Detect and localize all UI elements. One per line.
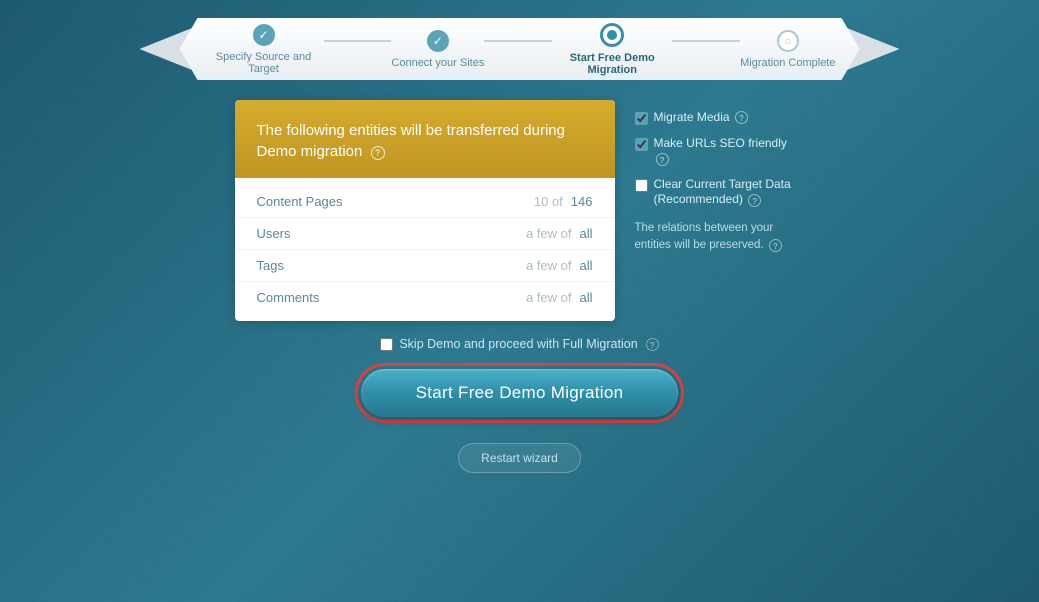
step-label-start: Start Free Demo Migration	[552, 52, 672, 76]
entity-box: The following entities will be transferr…	[235, 100, 615, 321]
entity-count-comments: a few of all	[513, 290, 593, 305]
table-row: Content Pages 10 of 146	[235, 186, 615, 218]
step-start: Start Free Demo Migration	[552, 23, 672, 76]
restart-wizard-button[interactable]: Restart wizard	[458, 443, 581, 473]
clear-target-checkbox[interactable]	[635, 179, 648, 192]
main-content: The following entities will be transferr…	[0, 100, 1039, 321]
entity-count-of-tags: a few of	[526, 258, 572, 273]
option-seo-friendly: Make URLs SEO friendly ?	[635, 136, 805, 167]
step-circle-specify: ✓	[253, 24, 275, 46]
option-migrate-media: Migrate Media ?	[635, 110, 805, 126]
start-button-wrapper: Start Free Demo Migration	[355, 363, 685, 423]
skip-demo-row: Skip Demo and proceed with Full Migratio…	[0, 337, 1039, 351]
entity-header: The following entities will be transferr…	[235, 100, 615, 178]
step-label-connect: Connect your Sites	[391, 57, 484, 69]
relations-note-help-icon[interactable]: ?	[769, 239, 782, 252]
connector-1	[324, 40, 392, 42]
step-label-specify: Specify Source and Target	[204, 51, 324, 75]
migrate-media-label: Migrate Media ?	[654, 110, 748, 126]
skip-demo-checkbox[interactable]	[380, 338, 393, 351]
start-demo-migration-button[interactable]: Start Free Demo Migration	[361, 369, 679, 417]
steps-banner: ✓ Specify Source and Target ✓ Connect yo…	[180, 18, 860, 80]
entity-count-of-content-pages: 10 of	[534, 194, 563, 209]
entity-count-tags: a few of all	[513, 258, 593, 273]
option-clear-target: Clear Current Target Data (Recommended) …	[635, 177, 805, 208]
progress-banner: ✓ Specify Source and Target ✓ Connect yo…	[0, 18, 1039, 80]
step-complete: ○ Migration Complete	[740, 30, 835, 69]
start-button-row: Start Free Demo Migration	[0, 363, 1039, 423]
restart-row: Restart wizard	[0, 443, 1039, 473]
entity-count-of-comments: a few of	[526, 290, 572, 305]
clear-target-help-icon[interactable]: ?	[748, 194, 761, 207]
step-connect: ✓ Connect your Sites	[391, 30, 484, 69]
step-circle-complete: ○	[777, 30, 799, 52]
entity-total-content-pages: 146	[571, 194, 593, 209]
step-label-complete: Migration Complete	[740, 57, 835, 69]
migrate-media-checkbox[interactable]	[635, 112, 648, 125]
table-row: Comments a few of all	[235, 282, 615, 313]
connector-3	[672, 40, 740, 42]
entity-count-users: a few of all	[513, 226, 593, 241]
clear-target-label: Clear Current Target Data (Recommended) …	[654, 177, 805, 208]
entity-total-tags: all	[579, 258, 592, 273]
options-panel: Migrate Media ? Make URLs SEO friendly ?…	[635, 100, 805, 321]
table-row: Users a few of all	[235, 218, 615, 250]
entity-header-info-icon[interactable]: ?	[371, 146, 385, 160]
seo-friendly-checkbox[interactable]	[635, 138, 648, 151]
entity-total-comments: all	[579, 290, 592, 305]
seo-friendly-help-icon[interactable]: ?	[656, 153, 669, 166]
entity-name-content-pages: Content Pages	[257, 194, 513, 209]
connector-2	[484, 40, 552, 42]
entity-count-of-users: a few of	[526, 226, 572, 241]
relations-note: The relations between your entities will…	[635, 220, 805, 255]
entity-count-content-pages: 10 of 146	[513, 194, 593, 209]
entity-name-tags: Tags	[257, 258, 513, 273]
skip-demo-label: Skip Demo and proceed with Full Migratio…	[399, 337, 637, 351]
entity-header-text: The following entities will be transferr…	[257, 122, 566, 160]
step-circle-connect: ✓	[427, 30, 449, 52]
seo-friendly-label: Make URLs SEO friendly ?	[654, 136, 805, 167]
migrate-media-help-icon[interactable]: ?	[735, 111, 748, 124]
entity-total-users: all	[579, 226, 592, 241]
table-row: Tags a few of all	[235, 250, 615, 282]
entity-name-users: Users	[257, 226, 513, 241]
step-circle-start	[600, 23, 624, 47]
skip-demo-help-icon[interactable]: ?	[646, 338, 659, 351]
step-specify: ✓ Specify Source and Target	[204, 24, 324, 75]
entity-name-comments: Comments	[257, 290, 513, 305]
entity-table: Content Pages 10 of 146 Users a few of a…	[235, 178, 615, 321]
